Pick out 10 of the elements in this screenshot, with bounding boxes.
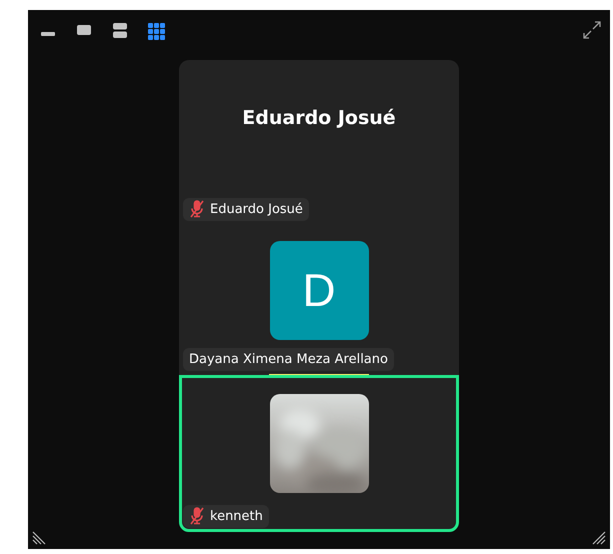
participant-name-text: Dayana Ximena Meza Arellano [189,352,388,366]
participant-name-text: kenneth [210,508,263,524]
participant-name-text: Eduardo Josué [210,202,303,216]
participant-name: Eduardo Josué [242,106,396,128]
resize-handle-icon[interactable] [590,529,606,545]
avatar: D [270,240,368,340]
resize-handle-icon[interactable] [32,529,48,545]
gallery-view-icon[interactable] [146,21,166,40]
split-view-icon[interactable] [110,21,130,40]
expand-icon[interactable] [582,20,602,40]
